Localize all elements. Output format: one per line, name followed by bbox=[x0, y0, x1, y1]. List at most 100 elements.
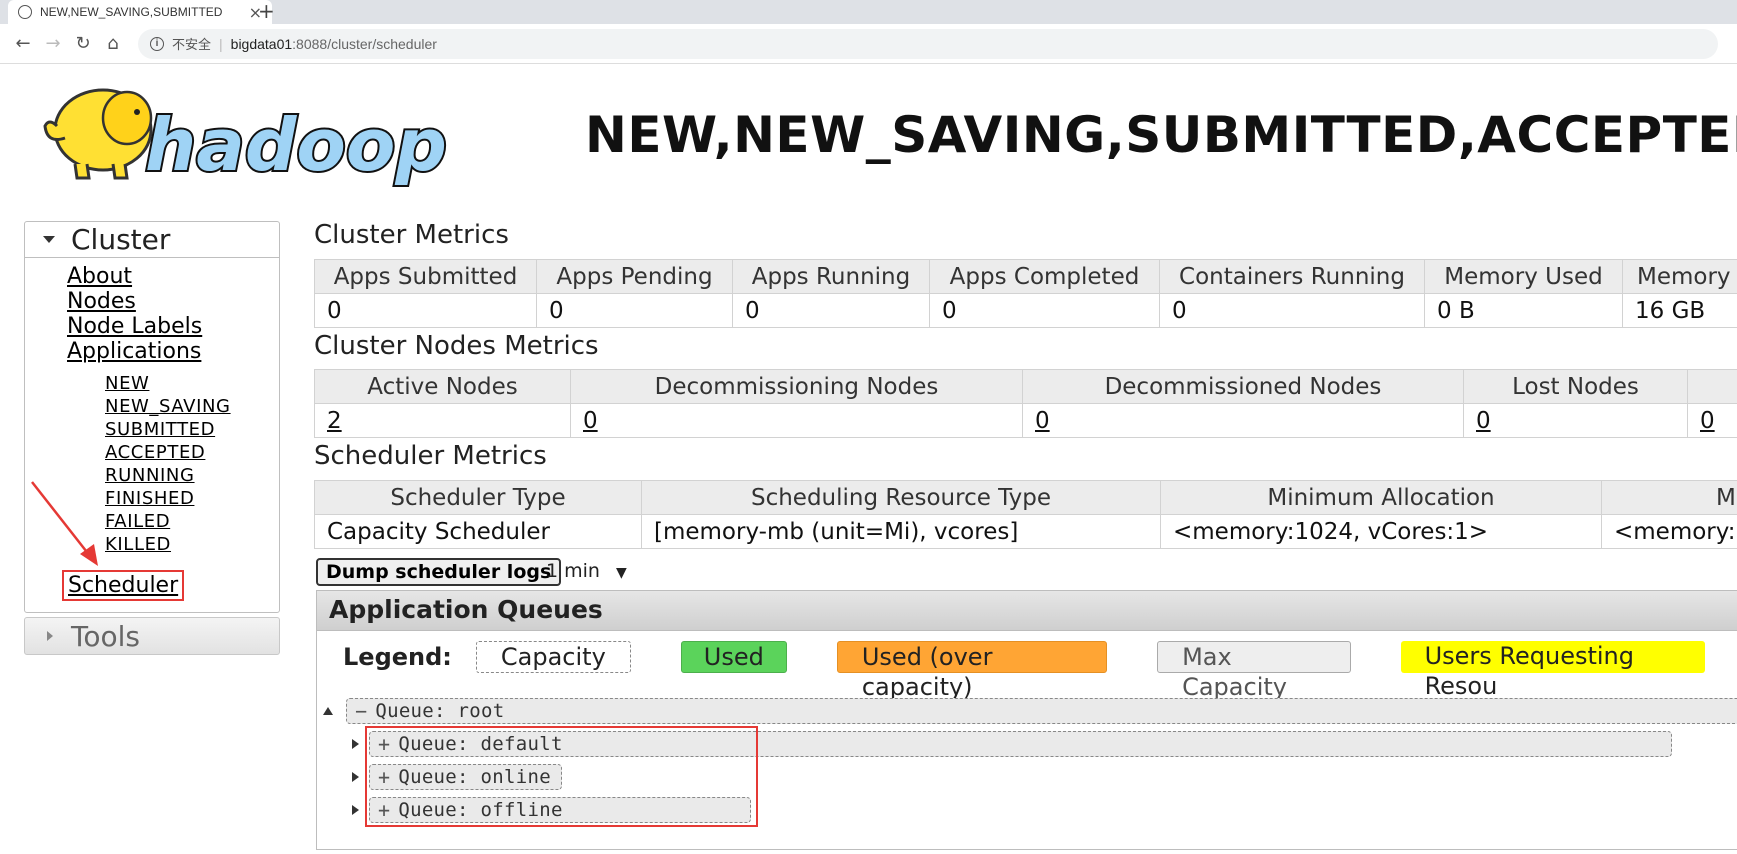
queue-root-row[interactable]: − Queue: root bbox=[323, 698, 1737, 724]
column-header: Apps Pending bbox=[536, 259, 733, 294]
queue-label: Queue: root bbox=[375, 700, 505, 722]
sidebar-item-new-saving[interactable]: NEW_SAVING bbox=[105, 395, 279, 418]
table-cell: 0 bbox=[732, 293, 930, 328]
interval-value: 1 min bbox=[546, 560, 600, 582]
scheduler-metrics-title: Scheduler Metrics bbox=[314, 441, 547, 471]
back-arrow-icon[interactable]: ← bbox=[8, 33, 38, 54]
table-cell: 16 GB bbox=[1622, 293, 1737, 328]
triangle-right-icon bbox=[47, 631, 53, 641]
url-host: bigdata01 bbox=[230, 35, 293, 52]
nodes-metrics-table: Active Nodes Decommissioning Nodes Decom… bbox=[314, 369, 1737, 438]
sidebar-item-node-labels[interactable]: Node Labels bbox=[67, 314, 279, 339]
new-tab-button[interactable]: + bbox=[258, 0, 275, 24]
address-bar[interactable]: i 不安全 | bigdata01:8088/cluster/scheduler bbox=[138, 28, 1718, 59]
column-header: Apps Completed bbox=[929, 259, 1160, 294]
sidebar-tools-panel[interactable]: Tools bbox=[24, 617, 280, 655]
scheduler-metrics-table: Scheduler Type Scheduling Resource Type … bbox=[314, 480, 1737, 549]
sidebar-item-failed[interactable]: FAILED bbox=[105, 510, 279, 533]
collapse-icon: − bbox=[355, 699, 368, 723]
triangle-right-icon[interactable] bbox=[352, 772, 359, 782]
cluster-label: Cluster bbox=[71, 223, 171, 256]
table-cell: 0 bbox=[1687, 403, 1737, 438]
browser-tab[interactable]: NEW,NEW_SAVING,SUBMITTED × bbox=[8, 0, 272, 24]
chevron-down-icon: ▼ bbox=[615, 565, 627, 581]
nodes-metrics-title: Cluster Nodes Metrics bbox=[314, 331, 599, 361]
legend-over-capacity: Used (over capacity) bbox=[836, 641, 1108, 701]
column-header: Apps Submitted bbox=[314, 259, 537, 294]
annotation-highlight-box bbox=[365, 726, 758, 827]
sidebar-item-about[interactable]: About bbox=[67, 264, 279, 289]
column-header: Memory Used bbox=[1424, 259, 1623, 294]
column-header: Scheduling Resource Type bbox=[641, 480, 1161, 515]
nodes-link[interactable]: 0 bbox=[1700, 408, 1715, 434]
table-cell: <memory:81 bbox=[1601, 514, 1737, 549]
legend-max-capacity: Max Capacity bbox=[1157, 641, 1351, 701]
decommissioned-nodes-link[interactable]: 0 bbox=[1035, 408, 1050, 434]
column-header: Containers Running bbox=[1159, 259, 1425, 294]
reload-icon[interactable]: ↻ bbox=[68, 33, 98, 54]
table-cell: 0 bbox=[929, 293, 1160, 328]
queues-title: Application Queues bbox=[317, 591, 1737, 631]
table-cell: Capacity Scheduler bbox=[314, 514, 642, 549]
table-cell: [memory-mb (unit=Mi), vcores] bbox=[641, 514, 1161, 549]
table-cell: 0 bbox=[1463, 403, 1688, 438]
table-cell: 0 bbox=[1159, 293, 1425, 328]
column-header: Scheduler Type bbox=[314, 480, 642, 515]
logo-text: hadoop bbox=[145, 103, 447, 187]
cluster-metrics-title: Cluster Metrics bbox=[314, 220, 509, 250]
hadoop-logo: hadoop bbox=[43, 88, 449, 188]
sidebar-item-scheduler[interactable]: Scheduler bbox=[62, 570, 185, 601]
cluster-metrics-table: Apps Submitted Apps Pending Apps Running… bbox=[314, 259, 1737, 328]
browser-tab-bar: NEW,NEW_SAVING,SUBMITTED × + bbox=[0, 0, 1737, 24]
table-cell: 0 bbox=[570, 403, 1023, 438]
table-cell: 0 B bbox=[1424, 293, 1623, 328]
lost-nodes-link[interactable]: 0 bbox=[1476, 408, 1491, 434]
sidebar-item-new[interactable]: NEW bbox=[105, 372, 279, 395]
divider: | bbox=[219, 35, 223, 52]
column-header: Memory bbox=[1622, 259, 1737, 294]
tab-title: NEW,NEW_SAVING,SUBMITTED bbox=[40, 5, 223, 19]
column-header: Minimum Allocation bbox=[1160, 480, 1602, 515]
decommissioning-nodes-link[interactable]: 0 bbox=[583, 408, 598, 434]
sidebar-item-killed[interactable]: KILLED bbox=[105, 533, 279, 556]
triangle-right-icon[interactable] bbox=[352, 805, 359, 815]
column-header bbox=[1687, 369, 1737, 404]
column-header: Active Nodes bbox=[314, 369, 571, 404]
dump-scheduler-logs-button[interactable]: Dump scheduler logs bbox=[316, 558, 562, 586]
log-interval-select[interactable]: 1 min ▼ bbox=[546, 560, 627, 582]
annotation-arrow-icon bbox=[31, 481, 98, 566]
table-cell: 2 bbox=[314, 403, 571, 438]
forward-arrow-icon[interactable]: → bbox=[38, 33, 68, 54]
url-path: :8088/cluster/scheduler bbox=[292, 35, 437, 52]
sidebar-item-submitted[interactable]: SUBMITTED bbox=[105, 418, 279, 441]
triangle-right-icon[interactable] bbox=[352, 739, 359, 749]
page-title: NEW,NEW_SAVING,SUBMITTED,ACCEPTED, bbox=[585, 106, 1737, 164]
info-icon[interactable]: i bbox=[150, 36, 164, 51]
sidebar-item-running[interactable]: RUNNING bbox=[105, 464, 279, 487]
column-header: Apps Running bbox=[732, 259, 930, 294]
tools-label: Tools bbox=[71, 619, 140, 653]
home-icon[interactable]: ⌂ bbox=[98, 33, 128, 54]
legend-users-requesting: Users Requesting Resou bbox=[1400, 641, 1705, 700]
cluster-header[interactable]: Cluster bbox=[25, 222, 279, 258]
table-cell: <memory:1024, vCores:1> bbox=[1160, 514, 1602, 549]
browser-toolbar: ← → ↻ ⌂ i 不安全 | bigdata01:8088/cluster/s… bbox=[0, 24, 1737, 64]
sidebar-item-accepted[interactable]: ACCEPTED bbox=[105, 441, 279, 464]
elephant-icon bbox=[43, 88, 153, 180]
sidebar-item-finished[interactable]: FINISHED bbox=[105, 487, 279, 510]
table-cell: 0 bbox=[314, 293, 537, 328]
sidebar-item-nodes[interactable]: Nodes bbox=[67, 289, 279, 314]
sidebar-item-applications[interactable]: Applications bbox=[67, 339, 279, 364]
globe-icon bbox=[18, 5, 32, 19]
legend: Legend: Capacity Used Used (over capacit… bbox=[343, 641, 1737, 701]
queue-root-bar[interactable]: − Queue: root bbox=[346, 698, 1737, 724]
column-header: Decommissioning Nodes bbox=[570, 369, 1023, 404]
column-header: Decommissioned Nodes bbox=[1022, 369, 1464, 404]
column-header: Ma bbox=[1601, 480, 1737, 515]
legend-used: Used bbox=[680, 641, 787, 673]
legend-label: Legend: bbox=[343, 643, 452, 671]
table-cell: 0 bbox=[1022, 403, 1464, 438]
triangle-down-icon bbox=[43, 236, 55, 243]
triangle-up-icon[interactable] bbox=[323, 707, 333, 715]
active-nodes-link[interactable]: 2 bbox=[327, 408, 342, 434]
